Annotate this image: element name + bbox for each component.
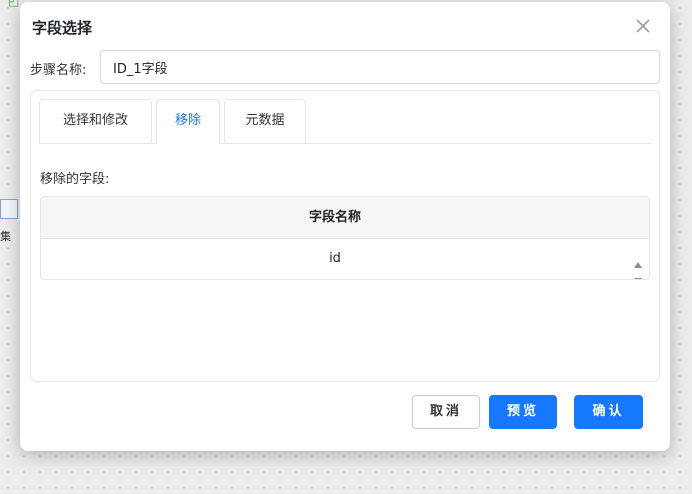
step-name-input[interactable] [100, 50, 660, 84]
move-down-icon[interactable] [633, 263, 643, 279]
table-row[interactable]: id [41, 239, 649, 279]
cancel-button[interactable]: 取消 [412, 395, 480, 429]
canvas-node-icon[interactable] [0, 199, 18, 219]
canvas-node-label: 集 [0, 230, 11, 243]
removed-fields-label: 移除的字段: [40, 172, 110, 187]
preview-button[interactable]: 预览 [489, 395, 557, 429]
removed-fields-table: 字段名称 id [40, 196, 650, 280]
column-header-field-name: 字段名称 [41, 197, 649, 239]
step-name-row: 步骤名称: [30, 50, 660, 84]
node-icon-top: ◰ [8, 0, 20, 8]
tab-remove[interactable]: 移除 [156, 99, 220, 144]
dialog-title: 字段选择 [32, 19, 93, 37]
move-up-icon[interactable] [633, 247, 643, 268]
tab-metadata[interactable]: 元数据 [224, 99, 306, 143]
close-icon[interactable] [632, 15, 654, 37]
confirm-button[interactable]: 确认 [574, 395, 643, 429]
tab-select-modify[interactable]: 选择和修改 [39, 99, 152, 143]
table-cell-field-name: id [329, 251, 341, 266]
tab-panel: 选择和修改 移除 元数据 移除的字段: 字段名称 id [30, 90, 660, 382]
field-select-dialog: 字段选择 步骤名称: 选择和修改 移除 元数据 移除的字段: 字段名称 id [20, 2, 670, 451]
tab-bar: 选择和修改 移除 元数据 [39, 99, 651, 144]
step-name-label: 步骤名称: [30, 63, 87, 78]
